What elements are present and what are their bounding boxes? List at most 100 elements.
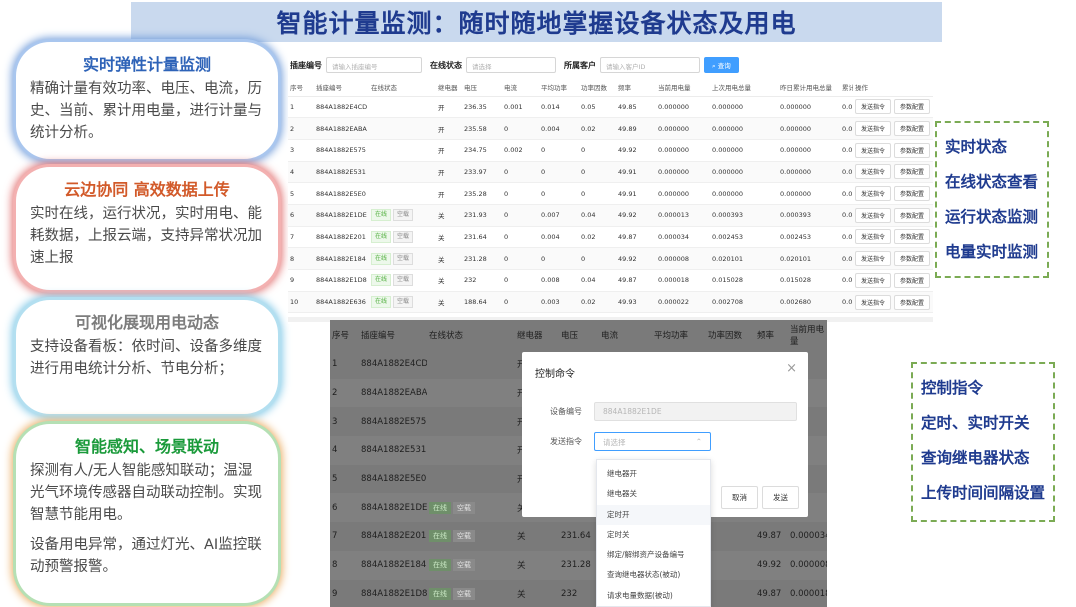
idle-badge: 空载 [393, 274, 414, 287]
send-button[interactable]: 发送 [762, 486, 799, 509]
column-header: 频率 [616, 78, 656, 97]
cell-a: 0 [502, 269, 539, 292]
cell-status [369, 139, 436, 162]
table-row: 10 884A1882E636 在线 空载关 188.64 0 0.003 0.02 49.93… [288, 291, 933, 314]
feature-label: 在线状态查看 [945, 173, 1039, 191]
cell-status [369, 117, 436, 140]
dropdown-option[interactable]: 绑定/解绑资产设备编号 [597, 545, 710, 565]
cell-hz: 49.92 [616, 247, 656, 270]
cell-cur: 0.000013 [656, 204, 710, 227]
idle-badge: 空载 [453, 559, 475, 572]
cell-id: 884A1882E531 [359, 436, 427, 465]
cell-a: 0 [502, 247, 539, 270]
dropdown-option[interactable]: 继电器关 [597, 484, 710, 504]
param-config-button[interactable]: 参数配置 [894, 186, 931, 202]
send-command-button[interactable]: 发送指令 [855, 99, 892, 115]
cancel-button[interactable]: 取消 [721, 486, 758, 509]
cell-actions: 发送指令 参数配置 [853, 96, 933, 119]
param-config-button[interactable]: 参数配置 [894, 121, 931, 137]
param-config-button[interactable]: 参数配置 [894, 99, 931, 115]
cell-last: 0.000000 [710, 96, 778, 119]
send-command-button[interactable]: 发送指令 [855, 186, 892, 202]
send-command-button[interactable]: 发送指令 [855, 121, 892, 137]
column-header: 平均功率 [539, 78, 579, 97]
param-config-button[interactable]: 参数配置 [894, 207, 931, 223]
cell-no: 6 [330, 493, 359, 523]
send-command-button[interactable]: 发送指令 [855, 164, 892, 180]
column-header: 电压 [462, 78, 502, 97]
cell-no: 2 [330, 378, 359, 408]
cell-acc: 0.0 [840, 182, 853, 205]
param-config-button[interactable]: 参数配置 [894, 142, 931, 158]
cell-relay: 关 [436, 226, 462, 249]
cell-yest: 0.000000 [778, 117, 840, 140]
card-title: 可视化展现用电动态 [74, 313, 219, 332]
control-command-box: 控制指令 定时、实时开关 查询继电器状态 上传时间间隔设置 [911, 362, 1055, 522]
cell-id: 884A1882E4CD [361, 359, 427, 370]
table-row: 7 884A1882E201 在线 空载关 231.64 0 0.004 0.02 49.87 0… [288, 226, 933, 249]
cell-actions: 发送指令 参数配置 [853, 247, 933, 270]
param-config-button[interactable]: 参数配置 [894, 251, 931, 267]
cell-cur: 0.000000 [656, 139, 710, 162]
send-command-button[interactable]: 发送指令 [855, 294, 892, 310]
cell-p: 0.004 [539, 226, 579, 249]
dropdown-option[interactable]: 请求电量数据(被动) [597, 586, 710, 606]
cell-status: 在线 空载 [369, 291, 436, 314]
send-command-button[interactable]: 发送指令 [855, 142, 892, 158]
cell-status: 在线 空载 [369, 226, 436, 249]
socket-input[interactable]: 请输入插座编号 [326, 57, 422, 73]
card-body: 支持设备看板：依时间、设备多维度进行用电统计分析、节电分析； [30, 339, 262, 377]
close-icon[interactable]: × [786, 361, 797, 376]
feature-label: 上传时间间隔设置 [921, 484, 1046, 502]
customer-input[interactable]: 请输入客户ID [600, 57, 700, 73]
send-command-button[interactable]: 发送指令 [855, 272, 892, 288]
cell-relay: 开 [436, 117, 462, 140]
param-config-button[interactable]: 参数配置 [894, 272, 931, 288]
dropdown-option[interactable]: 继电器开 [597, 464, 710, 484]
param-config-button[interactable]: 参数配置 [894, 229, 931, 245]
command-select[interactable]: 请选择 ⌃ [594, 432, 711, 451]
cell-id: 884A1882E5E0 [314, 182, 369, 205]
column-header: 昨日累计用电总量 [778, 78, 840, 97]
online-badge: 在线 [429, 501, 451, 514]
cell-pf [706, 550, 755, 580]
cell-p: 0.007 [539, 204, 579, 227]
cell-status [427, 465, 515, 494]
send-command-button[interactable]: 发送指令 [855, 229, 892, 245]
cell-v: 233.97 [462, 161, 502, 184]
title-banner: 智能计量监测：随时随地掌握设备状态及用电 [131, 2, 942, 42]
feature-card-metering: 实时弹性计量监测 精确计量有效功率、电压、电流，历史、当前、累计用电量，进行计量… [16, 42, 278, 159]
cell-id: 884A1882E531 [314, 161, 369, 184]
dropdown-option[interactable]: 定时关 [597, 525, 710, 545]
cell-no: 4 [330, 436, 359, 465]
cell-no: 3 [332, 416, 338, 427]
dropdown-option[interactable]: 查询继电器状态(被动) [597, 565, 710, 585]
cell-id: 884A1882E636 [314, 291, 369, 314]
cell-last: 0.000000 [710, 139, 778, 162]
cell-cur: 0.000000 [656, 96, 710, 119]
cell-id: 884A1882E1DE [314, 204, 369, 227]
query-button[interactable]: ⌕ 查询 [704, 57, 739, 73]
cell-hz: 49.87 [757, 531, 782, 542]
cell-pf: 0.04 [579, 204, 616, 227]
param-config-button[interactable]: 参数配置 [894, 164, 931, 180]
cell-p: 0 [539, 247, 579, 270]
cell-acc: 0.0 [840, 161, 853, 184]
command-placeholder: 请选择 [603, 438, 626, 447]
status-select[interactable]: 请选择 [466, 57, 556, 73]
cell-id: 884A1882E1D8 [361, 588, 427, 599]
cell-status [369, 161, 436, 184]
cell-id: 884A1882E5E0 [361, 474, 427, 485]
cell-hz: 49.87 [616, 269, 656, 292]
send-command-button[interactable]: 发送指令 [855, 251, 892, 267]
cell-no: 1 [288, 96, 314, 119]
device-list-screenshot: 插座编号 请输入插座编号 在线状态 请选择 所属客户 请输入客户ID ⌕ 查询 … [288, 52, 933, 324]
param-config-button[interactable]: 参数配置 [894, 294, 931, 310]
send-command-button[interactable]: 发送指令 [855, 207, 892, 223]
cell-no: 8 [330, 550, 359, 580]
column-header: 继电器 [436, 78, 462, 97]
socket-label: 插座编号 [290, 60, 322, 70]
device-id-label: 设备编号 [550, 407, 582, 416]
dropdown-option[interactable]: 定时开 [597, 504, 710, 525]
cell-status [427, 378, 515, 408]
